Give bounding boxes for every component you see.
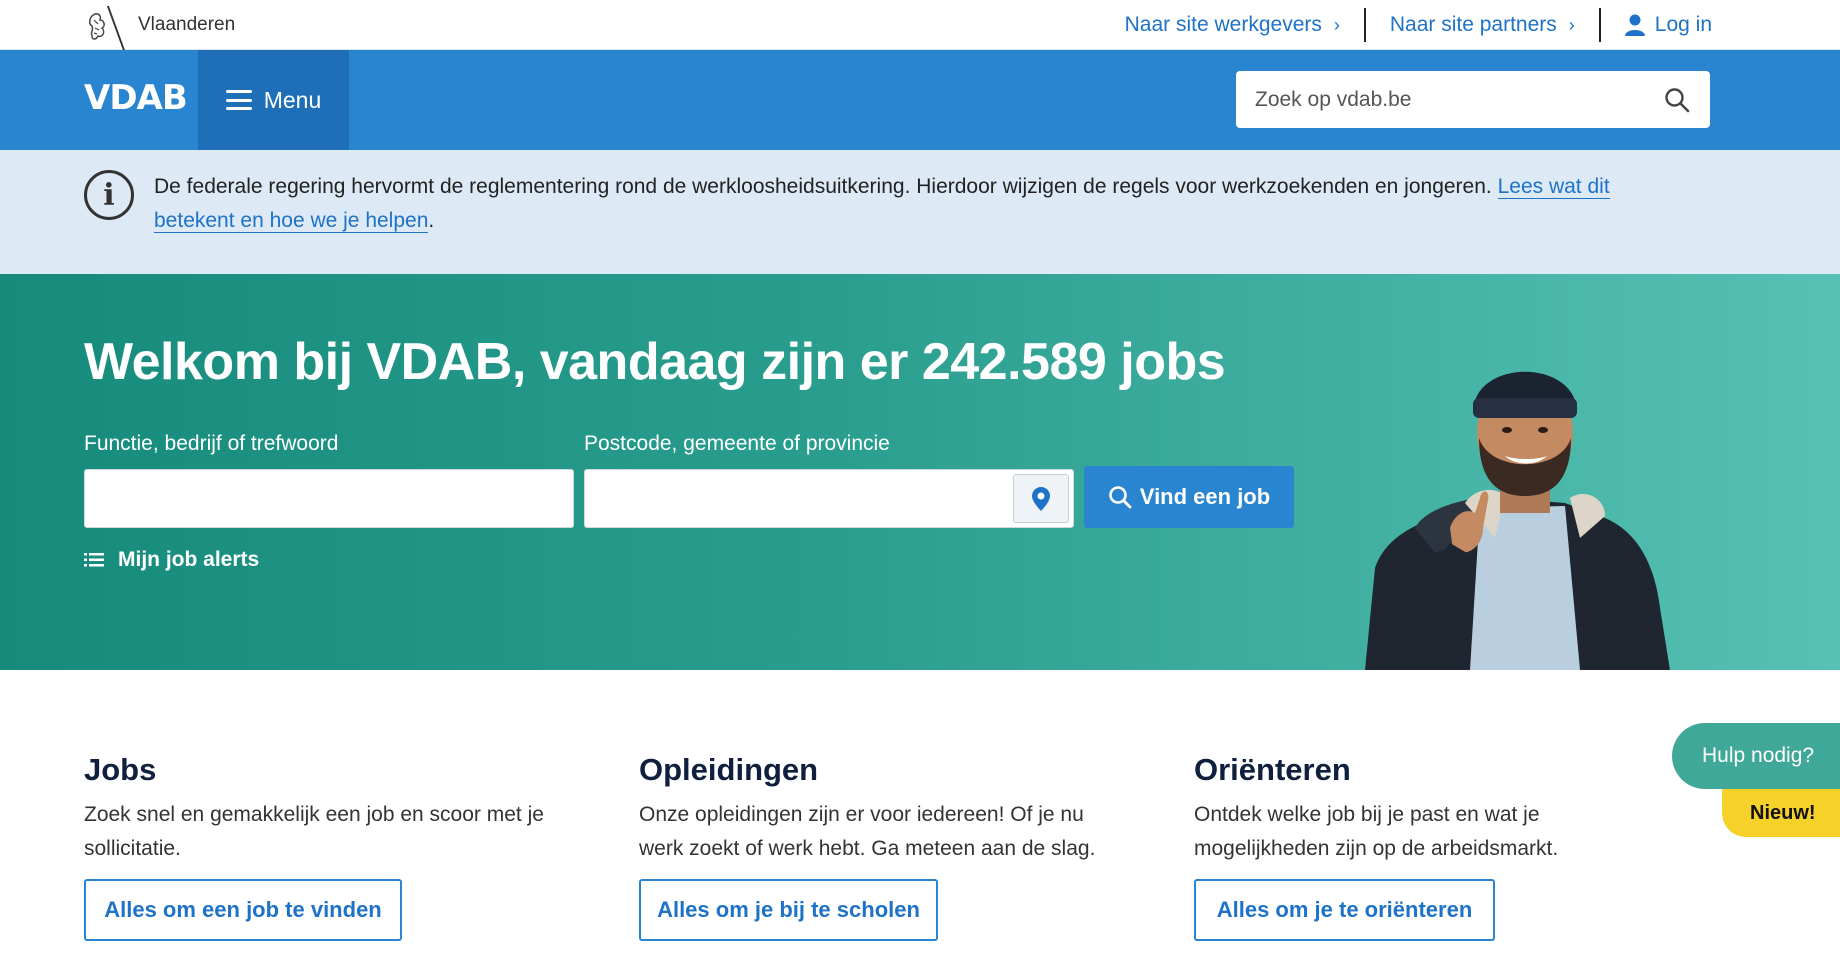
location-field-wrapper [584,469,1074,528]
login-link[interactable]: Log in [1598,8,1712,42]
orienteren-button[interactable]: Alles om je te oriënteren [1194,879,1495,941]
lion-icon [88,13,105,40]
find-job-label: Vind een job [1139,484,1271,509]
keyword-input[interactable] [85,470,573,527]
section-orienteren: Oriënteren Ontdek welke job bij je past … [1194,752,1674,866]
section-jobs: Jobs Zoek snel en gemakkelijk een job en… [84,752,564,866]
top-links: Naar site werkgevers › Naar site partner… [1101,0,1712,50]
job-alerts-link[interactable]: Mijn job alerts [84,548,259,572]
link-partners-label: Naar site partners [1389,13,1557,36]
location-pin-icon [1032,486,1050,511]
link-partners[interactable]: Naar site partners › [1363,8,1599,42]
opleidingen-button[interactable]: Alles om je bij te scholen [639,879,938,941]
banner-message: De federale regering hervormt de regleme… [154,175,1498,198]
main-header: VDAB Menu [0,50,1840,150]
hero-person-image [1365,371,1670,670]
site-search [1236,71,1710,128]
section-opleidingen-text: Onze opleidingen zijn er voor iedereen! … [639,803,1096,860]
link-werkgevers[interactable]: Naar site werkgevers › [1101,8,1364,42]
chevron-right-icon: › [1568,14,1575,35]
vdab-logo[interactable]: VDAB [84,78,188,118]
menu-label: Menu [263,86,322,113]
search-icon[interactable] [1664,87,1690,113]
hamburger-icon [225,90,252,110]
jobs-button[interactable]: Alles om een job te vinden [84,879,402,941]
list-icon [84,553,104,567]
job-alerts-label: Mijn job alerts [118,548,260,571]
keyword-field-wrapper [84,469,574,528]
help-button[interactable]: Hulp nodig? [1672,723,1840,789]
link-werkgevers-label: Naar site werkgevers [1124,13,1322,36]
vlaanderen-logo[interactable]: Vlaanderen [86,6,235,56]
section-opleidingen: Opleidingen Onze opleidingen zijn er voo… [639,752,1119,866]
brand-name: Vlaanderen [138,14,236,35]
section-jobs-title: Jobs [84,752,157,787]
chevron-right-icon: › [1333,14,1340,35]
login-label: Log in [1654,13,1712,36]
section-jobs-text: Zoek snel en gemakkelijk een job en scoo… [84,803,544,860]
banner-end: . [428,209,435,232]
new-badge: Nieuw! [1722,789,1840,837]
hero-title: Welkom bij VDAB, vandaag zijn er 242.589… [84,333,1226,391]
location-label: Postcode, gemeente of provincie [584,432,890,455]
hero-section: Welkom bij VDAB, vandaag zijn er 242.589… [0,274,1840,670]
info-banner: i De federale regering hervormt de regle… [0,150,1840,274]
keyword-label: Functie, bedrijf of trefwoord [84,432,339,455]
section-orienteren-title: Oriënteren [1194,752,1351,787]
top-bar: Vlaanderen Naar site werkgevers › Naar s… [0,0,1840,56]
section-orienteren-text: Ontdek welke job bij je past en wat je m… [1194,803,1559,860]
site-search-input[interactable] [1255,87,1635,112]
search-icon [1108,486,1132,509]
user-icon [1624,14,1645,36]
section-opleidingen-title: Opleidingen [639,752,819,787]
location-input[interactable] [585,470,1005,527]
find-job-button[interactable]: Vind een job [1084,466,1294,528]
info-icon: i [84,170,134,220]
location-button[interactable] [1013,474,1069,523]
menu-button[interactable]: Menu [198,50,349,150]
banner-text: De federale regering hervormt de regleme… [154,170,1654,238]
